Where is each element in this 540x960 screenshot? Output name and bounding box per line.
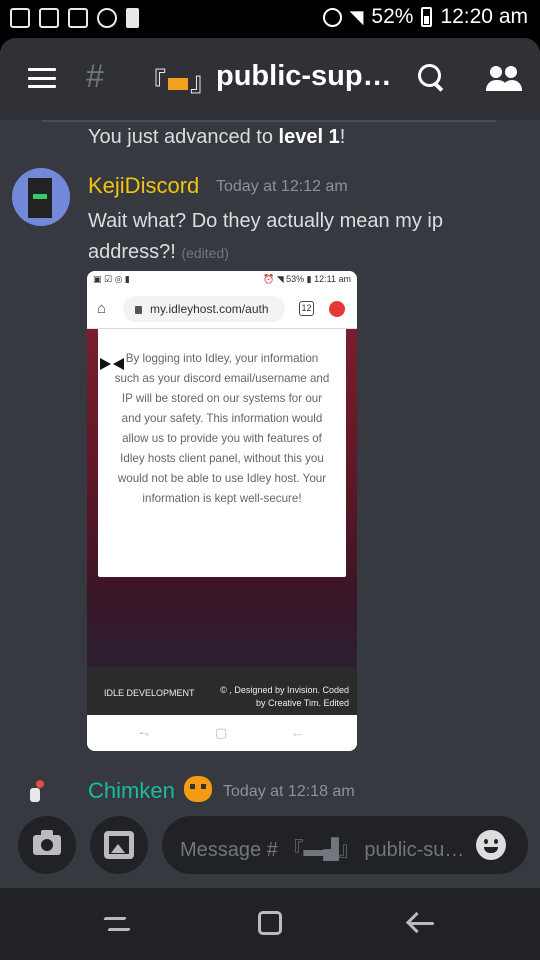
pumpkin-icon [184,776,212,802]
avatar[interactable] [24,774,58,802]
attachment-status-bar: ▣ ☑ ◎ ▮ ⏰ ◥ 53% ▮ 12:11 am [87,271,357,289]
message-author[interactable]: KejiDiscord [88,173,199,199]
recent-apps-icon[interactable] [104,912,130,936]
avatar[interactable] [12,168,70,226]
clock: 12:20 am [440,5,528,28]
home-button-icon[interactable] [258,911,282,935]
lock-icon [135,306,142,314]
notice-card: By logging into Idley, your information … [98,329,346,577]
camera-icon [33,830,61,855]
members-icon[interactable] [486,66,522,92]
notice-text: By logging into Idley, your information … [114,352,330,505]
image-icon [104,831,134,859]
channel-emoji-icon: 『』 [140,67,217,97]
level-value: level 1 [278,126,340,148]
phone-icon [126,8,139,28]
attachment-footer: IDLE DEVELOPMENT © , Designed by Invisio… [87,667,357,715]
gallery-icon [68,8,88,28]
message-timestamp: Today at 12:18 am [223,783,355,800]
android-nav-bar [0,888,540,960]
attachment-notification-icons: ▣ ☑ ◎ ▮ [93,274,130,284]
back-icon[interactable] [406,911,436,935]
message-placeholder: Message # 『▬▟』 public-supp... [180,839,468,861]
message-list[interactable]: You just advanced to level 1! KejiDiscor… [0,122,540,808]
message-input[interactable]: Message # 『▬▟』 public-supp... [162,816,528,874]
message-text[interactable]: Wait what? Do they actually mean my ip a… [88,206,488,269]
checkbox-icon [39,8,59,28]
gallery-button[interactable] [90,816,148,874]
alarm-icon [322,7,342,27]
calendar-icon [10,8,30,28]
attachment-page: By logging into Idley, your information … [87,329,357,667]
channel-hash-icon: # [86,58,104,94]
tabs-count-icon: 12 [299,301,314,316]
recent-apps-icon: ⥊ [139,725,150,740]
channel-header: # 『』 public-supp... [0,38,540,120]
edited-label: (edited) [181,245,229,261]
message-author[interactable]: Chimken [88,778,175,804]
extension-icon [329,301,345,317]
attachment-url-bar: ⌂ my.idleyhost.com/auth 12 [87,289,357,329]
image-attachment[interactable]: ▣ ☑ ◎ ▮ ⏰ ◥ 53% ▮ 12:11 am ⌂ my.idleyhos… [87,271,357,751]
back-icon: ← [291,725,304,740]
emoji-icon[interactable] [476,830,506,860]
menu-icon[interactable] [28,68,56,88]
channel-name[interactable]: public-supp... [216,60,396,93]
system-indicators: ◥ 52% 12:20 am [322,5,528,29]
attachment-nav-bar: ⥊ ▢ ← [87,715,357,751]
battery-percentage: 52% [371,5,414,28]
message-input-bar: Message # 『▬▟』 public-supp... [0,808,540,888]
footer-brand: IDLE DEVELOPMENT [104,688,195,698]
camera-button[interactable] [18,816,76,874]
attachment-url: my.idleyhost.com/auth [123,296,285,322]
home-button-icon: ▢ [215,725,228,740]
sync-icon [97,8,117,28]
status-bar: ◥ 52% 12:20 am [0,0,540,38]
discord-app: # 『』 public-supp... You just advanced to… [0,38,540,888]
message-timestamp: Today at 12:12 am [216,178,348,195]
notification-icons [10,8,139,28]
search-icon[interactable] [418,64,446,92]
attachment-status-right: ⏰ ◥ 53% ▮ 12:11 am [263,274,351,284]
level-up-message: You just advanced to level 1! [88,126,346,148]
wifi-signal-icon: ◥ [349,6,364,27]
home-icon: ⌂ [97,300,107,317]
battery-icon [421,7,433,27]
footer-credits: © , Designed by Invision. Coded by Creat… [220,685,349,708]
